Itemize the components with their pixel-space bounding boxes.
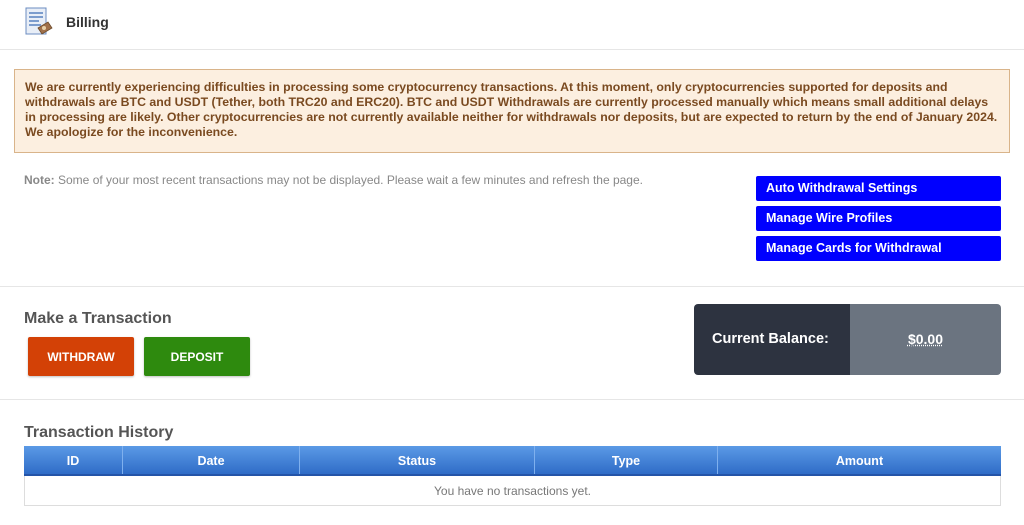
- column-header-type[interactable]: Type: [535, 446, 718, 474]
- column-header-date[interactable]: Date: [123, 446, 300, 474]
- deposit-button[interactable]: DEPOSIT: [144, 337, 250, 376]
- manage-wire-profiles-button[interactable]: Manage Wire Profiles: [756, 206, 1001, 231]
- column-header-status[interactable]: Status: [300, 446, 535, 474]
- crypto-notice-banner: We are currently experiencing difficulti…: [14, 69, 1010, 153]
- manage-cards-button[interactable]: Manage Cards for Withdrawal: [756, 236, 1001, 261]
- table-header: ID Date Status Type Amount: [24, 446, 1001, 476]
- current-balance-panel: Current Balance: $0.00: [694, 304, 1001, 375]
- note-label: Note:: [24, 173, 55, 187]
- auto-withdrawal-settings-button[interactable]: Auto Withdrawal Settings: [756, 176, 1001, 201]
- section-divider: [0, 399, 1024, 400]
- balance-value[interactable]: $0.00: [850, 304, 1001, 375]
- column-header-amount[interactable]: Amount: [718, 446, 1001, 474]
- recent-transactions-note: Note: Some of your most recent transacti…: [24, 173, 643, 187]
- billing-document-icon: [24, 6, 54, 38]
- balance-label: Current Balance:: [694, 304, 850, 375]
- transaction-history-table: ID Date Status Type Amount You have no t…: [24, 446, 1001, 506]
- empty-table-message: You have no transactions yet.: [24, 476, 1001, 506]
- withdraw-button[interactable]: WITHDRAW: [28, 337, 134, 376]
- page-title: Billing: [66, 14, 109, 30]
- make-transaction-title: Make a Transaction: [24, 310, 172, 327]
- page-header: Billing: [0, 0, 1024, 50]
- column-header-id[interactable]: ID: [24, 446, 123, 474]
- section-divider: [0, 286, 1024, 287]
- transaction-history-title: Transaction History: [24, 424, 174, 441]
- note-text: Some of your most recent transactions ma…: [54, 173, 643, 187]
- billing-page: Billing We are currently experiencing di…: [0, 0, 1024, 525]
